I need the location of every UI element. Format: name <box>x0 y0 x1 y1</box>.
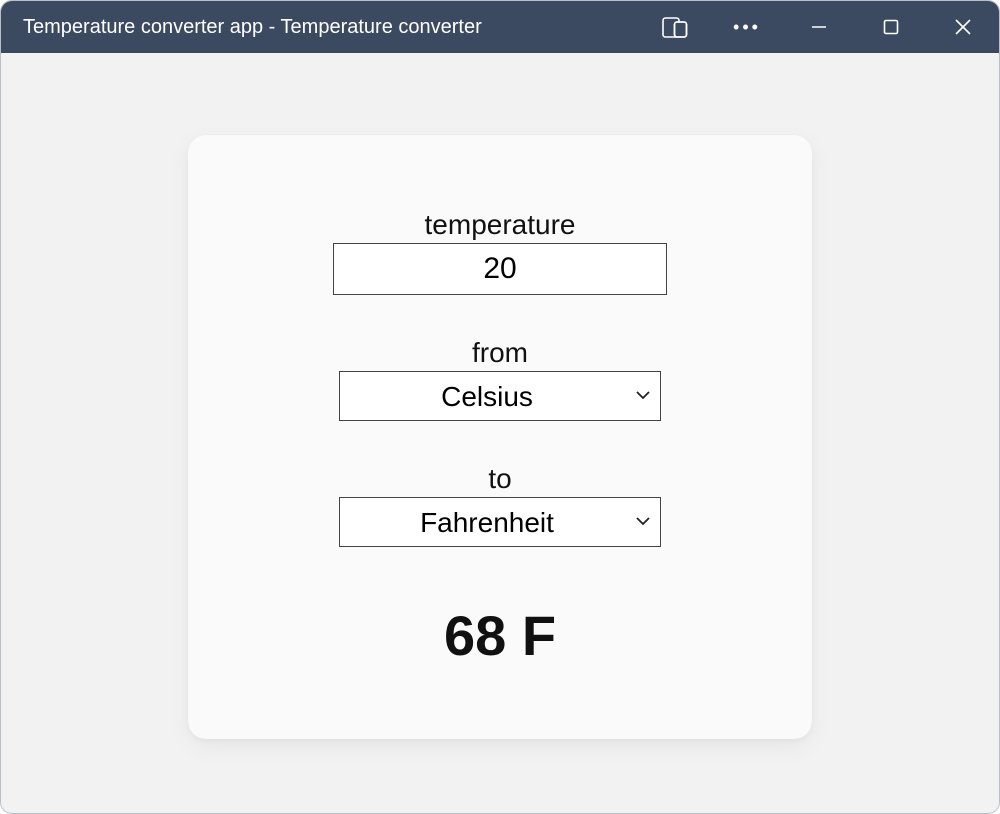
maximize-button[interactable] <box>855 1 927 53</box>
more-icon: ••• <box>733 18 761 36</box>
temperature-input[interactable] <box>333 243 667 295</box>
from-group: from Celsius <box>339 337 661 421</box>
from-label: from <box>472 337 528 369</box>
to-label: to <box>488 463 511 495</box>
titlebar-controls: ••• <box>639 1 999 53</box>
maximize-icon <box>883 19 899 35</box>
window-title: Temperature converter app - Temperature … <box>23 16 639 39</box>
tablet-mode-icon <box>662 16 688 38</box>
close-button[interactable] <box>927 1 999 53</box>
from-select-wrap: Celsius <box>339 371 661 421</box>
minimize-button[interactable] <box>783 1 855 53</box>
to-select[interactable]: Fahrenheit <box>339 497 661 547</box>
app-window: Temperature converter app - Temperature … <box>0 0 1000 814</box>
temperature-group: temperature <box>333 209 667 295</box>
client-area: temperature from Celsius to <box>1 53 999 813</box>
temperature-label: temperature <box>425 209 576 241</box>
minimize-icon <box>810 18 828 36</box>
to-select-wrap: Fahrenheit <box>339 497 661 547</box>
titlebar: Temperature converter app - Temperature … <box>1 1 999 53</box>
more-button[interactable]: ••• <box>711 1 783 53</box>
tablet-mode-button[interactable] <box>639 1 711 53</box>
to-group: to Fahrenheit <box>339 463 661 547</box>
converter-card: temperature from Celsius to <box>188 135 812 739</box>
close-icon <box>954 18 972 36</box>
from-select[interactable]: Celsius <box>339 371 661 421</box>
result-value: 68 F <box>444 603 556 668</box>
